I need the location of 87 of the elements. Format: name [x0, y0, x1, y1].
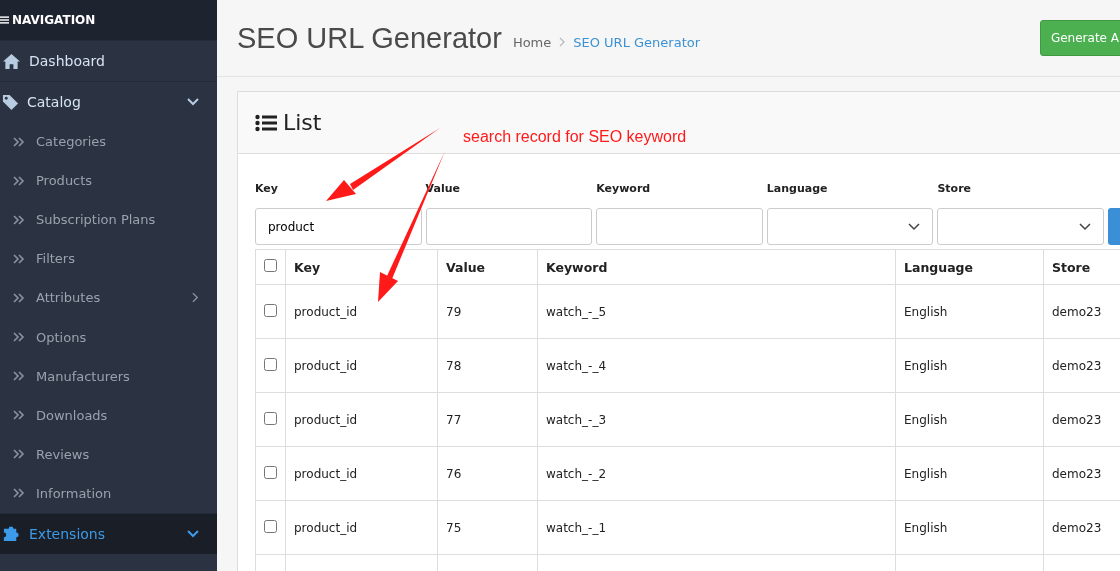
sidebar-subitem-label: Filters	[36, 251, 76, 267]
input-field[interactable]	[596, 208, 763, 245]
menu-icon[interactable]	[0, 15, 9, 25]
sidebar-subitem-label: Reviews	[36, 446, 91, 462]
sidebar-subitem[interactable]: Downloads	[0, 395, 217, 435]
select-field[interactable]	[937, 208, 1105, 245]
sidebar-subitem[interactable]: Reviews	[0, 434, 217, 474]
sidebar-item[interactable]: Extensions	[0, 512, 217, 554]
sidebar-subitem[interactable]: Products	[0, 161, 217, 201]
table-cell: 75	[437, 500, 538, 555]
page-title: SEO URL Generator	[237, 21, 502, 55]
sidebar-subitem-label: Manufacturers	[36, 368, 131, 384]
sidebar-subitem-label: Information	[36, 485, 113, 501]
table-cell: English	[895, 338, 1044, 393]
sidebar-item-label: Extensions	[29, 525, 107, 542]
double-chevron-icon	[13, 449, 25, 460]
navigation-title: NAVIGATION	[12, 13, 96, 27]
filter-label: Language	[766, 182, 829, 197]
column-header[interactable]: Keyword	[537, 249, 896, 285]
table-cell: English	[895, 284, 1044, 339]
checkbox[interactable]	[264, 411, 277, 425]
checkbox[interactable]	[264, 465, 277, 479]
sidebar-subitem[interactable]: Subscription Plans	[0, 200, 217, 240]
table-cell: 78	[437, 338, 538, 393]
table-cell: product_id	[285, 446, 438, 501]
table-cell: product_id	[285, 338, 438, 393]
column-header[interactable]: Store	[1043, 249, 1120, 285]
sidebar-item-label: Dashboard	[29, 53, 106, 69]
sidebar-subitem-label: Products	[36, 173, 94, 189]
double-chevron-icon	[13, 332, 25, 342]
sidebar-subitem[interactable]: Categories	[0, 122, 217, 162]
filter-label: Store	[937, 182, 973, 197]
generate-button[interactable]: Generate A	[1039, 20, 1120, 56]
puzzle-icon	[2, 524, 21, 544]
sidebar-subitem-label: Subscription Plans	[36, 212, 157, 228]
sidebar-subitem-label: Downloads	[36, 407, 109, 423]
breadcrumb-link[interactable]: Home	[512, 34, 552, 50]
breadcrumb-link[interactable]: SEO URL Generator	[573, 34, 701, 50]
sidebar-subitem[interactable]: Information	[0, 473, 217, 513]
double-chevron-icon	[13, 292, 25, 303]
sidebar-subitem-label: Attributes	[36, 290, 102, 306]
sidebar-subitem[interactable]: Options	[0, 317, 217, 357]
sidebar-subitem[interactable]: Filters	[0, 239, 217, 279]
table-cell: product_id	[285, 392, 438, 447]
table-cell: 79	[437, 284, 538, 339]
input-field[interactable]: product	[255, 208, 422, 245]
double-chevron-icon	[13, 253, 25, 264]
filter-label: Keyword	[596, 182, 652, 197]
table-cell: English	[895, 392, 1044, 447]
table-cell: English	[895, 500, 1044, 555]
house-icon	[2, 52, 21, 70]
double-chevron-icon	[13, 175, 25, 186]
sidebar-subitem-label: Categories	[36, 134, 108, 150]
checkbox[interactable]	[264, 303, 277, 317]
filter-label: Key	[255, 182, 279, 197]
sidebar-item-label: Catalog	[27, 94, 82, 110]
table-cell: 77	[437, 392, 538, 447]
column-header[interactable]: Value	[437, 249, 538, 285]
double-chevron-icon	[13, 371, 25, 382]
double-chevron-icon	[13, 136, 25, 147]
table-cell: product_id	[285, 500, 438, 555]
table-cell: watch_-_1	[537, 500, 896, 555]
sidebar-subitem[interactable]: Manufacturers	[0, 356, 217, 396]
checkbox[interactable]	[264, 357, 277, 371]
list-icon	[255, 113, 277, 132]
annotation-text: search record for SEO keyword	[463, 128, 687, 146]
card-title: List	[283, 110, 322, 135]
checkbox[interactable]	[264, 519, 277, 533]
table-cell: watch_-_4	[537, 338, 896, 393]
select-field[interactable]	[766, 208, 934, 245]
table-cell: watch_-_3	[537, 392, 896, 447]
chevron-down-icon	[1079, 222, 1092, 231]
chevron-down-icon	[908, 222, 921, 231]
table-cell: watch_-_2	[537, 446, 896, 501]
checkbox[interactable]	[264, 259, 277, 272]
chevron-right-icon	[559, 37, 566, 47]
tag-icon	[2, 93, 19, 111]
double-chevron-icon	[13, 488, 25, 499]
input-field[interactable]	[425, 208, 593, 245]
sidebar-subitem-label: Options	[36, 329, 88, 345]
table-cell: watch_-_5	[537, 284, 896, 339]
column-header[interactable]: Language	[895, 249, 1044, 285]
table-cell: English	[895, 446, 1044, 501]
double-chevron-icon	[13, 410, 25, 421]
double-chevron-icon	[13, 214, 25, 225]
sidebar-subitem[interactable]: Attributes	[0, 278, 217, 318]
table-cell: 76	[437, 446, 538, 501]
